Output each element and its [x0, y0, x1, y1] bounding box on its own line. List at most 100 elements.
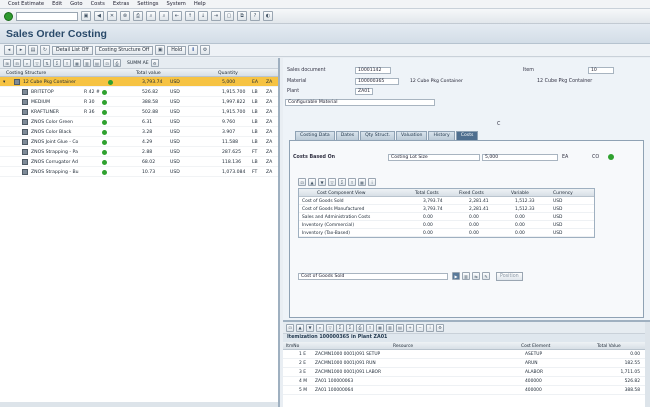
tree-row[interactable]: BRITETOP R 42 # 526.82 USD 1,915.700 LB ZA [0, 87, 278, 97]
item-settings-icon[interactable]: ⚙ [436, 323, 444, 332]
cost-row[interactable]: Cost of Goods Sold 3,793.74 2,281.41 1,512.… [299, 197, 594, 205]
sort-icon[interactable]: ⇅ [43, 59, 51, 67]
first-page-icon[interactable]: ⇤ [172, 11, 182, 21]
tab-costing-data[interactable]: Costing Data [295, 131, 335, 140]
item-layout-icon[interactable]: ▦ [376, 323, 384, 332]
itemization-row[interactable]: 1 E ZACMN1000 0001|091 SETUP ASETUP 0.00 [283, 350, 650, 359]
exit-icon[interactable]: ✕ [107, 11, 117, 21]
item-info-icon[interactable]: i [426, 323, 434, 332]
columns-icon[interactable]: ▤ [93, 59, 101, 67]
header-structure[interactable]: Costing Structure [6, 71, 46, 76]
shortcut-icon[interactable]: ⧉ [237, 11, 247, 21]
layout-select-icon[interactable]: ▦ [73, 59, 81, 67]
save-icon[interactable]: ▣ [81, 11, 91, 21]
expand-icon[interactable]: ⊞ [3, 59, 11, 67]
grid-filter-icon[interactable]: ▽ [328, 178, 336, 186]
material-type-select[interactable]: Configurable Material [285, 99, 435, 106]
prev-page-icon[interactable]: ↑ [185, 11, 195, 21]
tab-valuation[interactable]: Valuation [396, 131, 428, 140]
tab-dates[interactable]: Dates [335, 131, 360, 140]
itemization-row[interactable]: 5 M ZA01 100000064 400000 388.58 [283, 386, 650, 395]
menu-extras[interactable]: Extras [113, 1, 129, 7]
tree-row[interactable]: ZNOS Joint Glue - Co 4.29 USD 11.588 LB ZA [0, 137, 278, 147]
tab-costs[interactable]: Costs [455, 131, 479, 140]
grid-layout-icon[interactable]: ▦ [358, 178, 366, 186]
col-currency[interactable]: Currency [553, 191, 573, 196]
change-icon[interactable]: ✎ [482, 272, 490, 280]
col-resource[interactable]: Resource [393, 344, 413, 349]
next-icon[interactable]: ▸ [16, 45, 26, 55]
tree-horizontal-scrollbar[interactable] [0, 402, 278, 407]
new-session-icon[interactable]: ▢ [224, 11, 234, 21]
hold-icon[interactable]: ▣ [155, 45, 166, 55]
enter-icon[interactable] [4, 11, 13, 21]
print-list-icon[interactable]: ⎙ [113, 59, 121, 67]
col-cost-component-view[interactable]: Cost Component View [317, 191, 365, 196]
menu-settings[interactable]: Settings [137, 1, 158, 7]
filter-icon[interactable]: ▽ [33, 59, 41, 67]
itemization-row[interactable]: 4 M ZA01 100000063 400000 526.82 [283, 377, 650, 386]
col-total-costs[interactable]: Total Costs [415, 191, 439, 196]
tab-history[interactable]: History [428, 131, 455, 140]
document-icon[interactable]: ▤ [28, 45, 38, 55]
cost-row[interactable]: Inventory (Commercial) 0.00 0.00 0.00 USD [299, 221, 594, 229]
cost-row[interactable]: Sales and Administration Costs 0.00 0.00 0.… [299, 213, 594, 221]
tree-row[interactable]: MEDIUM R 30 388.58 USD 1,997.822 LB ZA [0, 97, 278, 107]
col-fixed-costs[interactable]: Fixed Costs [459, 191, 484, 196]
tree-row[interactable]: ZNOS Strapping - Bu 10.73 USD 1,073.084 FT ZA [0, 167, 278, 177]
itemization-row[interactable]: 2 E ZACMN1000 0001|091 RUN ARUN 182.55 [283, 359, 650, 368]
position-button[interactable]: Position [496, 272, 523, 281]
detail-list-off-button[interactable]: Detail List Off [52, 45, 93, 55]
last-page-icon[interactable]: ⇥ [211, 11, 221, 21]
compare-icon[interactable]: ⇆ [472, 272, 480, 280]
menu-help[interactable]: Help [194, 1, 206, 7]
costs-based-on-select[interactable]: Costing Lot Size [388, 154, 480, 161]
find-next-icon[interactable]: ⌕ [159, 11, 169, 21]
menu-system[interactable]: System [167, 1, 186, 7]
cost-row[interactable]: Inventory (Tax-Based) 0.00 0.00 0.00 USD [299, 229, 594, 237]
graph-icon[interactable]: ▥ [462, 272, 470, 280]
tree-row[interactable]: ZNOS Corrugator Ad 68.02 USD 118.136 LB ZA [0, 157, 278, 167]
item-graphic-icon[interactable]: ▥ [386, 323, 394, 332]
item-sort-asc-icon[interactable]: ▲ [296, 323, 304, 332]
item-columns-icon[interactable]: ▤ [396, 323, 404, 332]
item-delete-icon[interactable]: − [416, 323, 424, 332]
menu-edit[interactable]: Edit [52, 1, 62, 7]
hold-button[interactable]: Hold [167, 45, 187, 55]
itemization-row[interactable]: 3 E ZACMN1000 0001|091 LABOR ALABOR 1,711.0… [283, 368, 650, 377]
display-icon[interactable]: ▶ [452, 272, 460, 280]
item-subtotal-icon[interactable]: Σ [346, 323, 354, 332]
grid-export-icon[interactable]: ⇪ [348, 178, 356, 186]
tree-row[interactable]: KRAFTLINER R 36 502.88 USD 1,915.700 LB ZA [0, 107, 278, 117]
settings-icon[interactable]: ⚙ [200, 45, 211, 55]
back-icon[interactable]: ◀ [94, 11, 104, 21]
refresh-icon[interactable]: ↻ [40, 45, 50, 55]
item-add-icon[interactable]: + [406, 323, 414, 332]
print-icon[interactable]: ⎙ [133, 11, 143, 21]
layout-icon[interactable]: ◐ [263, 11, 273, 21]
sales-document-field[interactable]: 10001142 [355, 67, 391, 74]
tree-row[interactable]: ZNOS Color Green 6.31 USD 9.760 LB ZA [0, 117, 278, 127]
menu-cost-estimate[interactable]: Cost Estimate [8, 1, 44, 7]
col-variable[interactable]: Variable [511, 191, 529, 196]
item-field[interactable]: 10 [588, 67, 614, 74]
menu-costs[interactable]: Costs [91, 1, 105, 7]
itemization-vertical-scrollbar[interactable] [645, 322, 650, 407]
item-find-icon[interactable]: ⌕ [316, 323, 324, 332]
cancel-icon[interactable]: ⊗ [120, 11, 130, 21]
header-quantity[interactable]: Quantity [218, 71, 238, 76]
settings-tree-icon[interactable]: ⚙ [150, 59, 159, 67]
tree-find-icon[interactable]: ⌕ [23, 59, 31, 67]
grid-sort-desc-icon[interactable]: ▼ [318, 178, 326, 186]
previous-icon[interactable]: ◂ [4, 45, 14, 55]
cost-view-select[interactable]: Cost of Goods Sold [298, 273, 448, 280]
detail-icon[interactable]: ⊡ [103, 59, 111, 67]
header-total-value[interactable]: Total value [136, 71, 161, 76]
material-field[interactable]: 100000365 [355, 78, 399, 85]
col-itmno[interactable]: ItmNo [286, 344, 299, 349]
info-icon[interactable]: i [188, 45, 199, 55]
next-page-icon[interactable]: ↓ [198, 11, 208, 21]
graphic-icon[interactable]: ▥ [83, 59, 91, 67]
command-field[interactable] [16, 11, 78, 21]
cost-row[interactable]: Cost of Goods Manufactured 3,793.74 2,281.… [299, 205, 594, 213]
